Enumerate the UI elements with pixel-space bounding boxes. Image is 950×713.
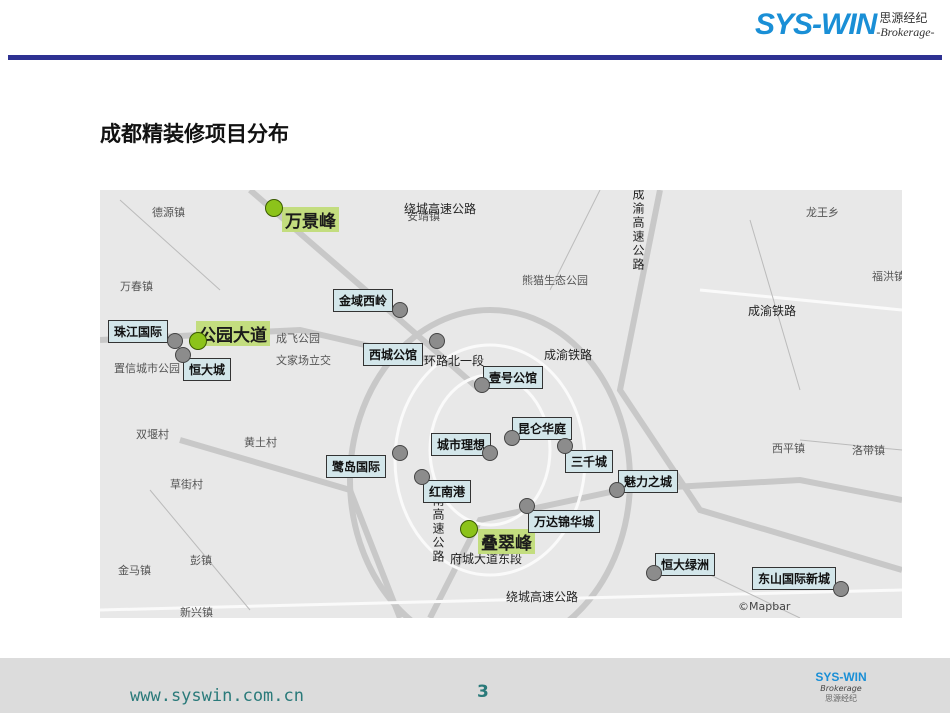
footer-logo-en: Brokerage bbox=[820, 684, 862, 693]
project-marker[interactable] bbox=[609, 482, 625, 498]
header-rule bbox=[8, 55, 942, 60]
place-label: 草街村 bbox=[170, 478, 203, 491]
project-label[interactable]: 恒大绿洲 bbox=[655, 553, 716, 576]
project-label[interactable]: 金域西岭 bbox=[333, 289, 394, 312]
place-label: 黄土村 bbox=[244, 436, 277, 449]
road-label: 成渝高速公路 bbox=[631, 190, 645, 272]
place-label: 熊猫生态公园 bbox=[522, 274, 588, 287]
place-label: 双堰村 bbox=[136, 428, 169, 441]
project-marker[interactable] bbox=[646, 565, 662, 581]
place-label: 西平镇 bbox=[772, 442, 805, 455]
place-label: 成飞公园 bbox=[276, 332, 320, 345]
project-label-diecuifeng[interactable]: 叠翠峰 bbox=[478, 529, 535, 554]
project-marker[interactable] bbox=[482, 445, 498, 461]
road bbox=[616, 190, 902, 573]
road-label: 成渝铁路 bbox=[748, 304, 797, 318]
project-marker[interactable] bbox=[460, 520, 478, 538]
project-marker[interactable] bbox=[504, 430, 520, 446]
map[interactable]: 德源镇 万春镇 安靖镇 龙王乡 福洪镇 双堰村 黄土村 草街村 彭镇 金马镇 新… bbox=[100, 190, 902, 618]
place-label: 文家场立交 bbox=[276, 354, 331, 367]
page-title: 成都精装修项目分布 bbox=[100, 122, 289, 146]
project-label[interactable]: 东山国际新城 bbox=[752, 567, 837, 590]
place-label: 金马镇 bbox=[118, 564, 151, 577]
footer-logo-text: SYS-WIN bbox=[815, 670, 867, 684]
place-label: 福洪镇 bbox=[872, 270, 902, 283]
page-number: 3 bbox=[477, 682, 489, 702]
project-label[interactable]: 鹭岛国际 bbox=[326, 455, 387, 478]
project-label-wanjingfeng[interactable]: 万景峰 bbox=[282, 207, 339, 232]
logo-cn: 思源经纪 bbox=[879, 10, 928, 25]
road-label: 绕城高速公路 bbox=[404, 202, 477, 216]
project-marker[interactable] bbox=[392, 302, 408, 318]
place-label: 万春镇 bbox=[120, 280, 153, 293]
footer-logo-cn: 思源经纪 bbox=[825, 694, 857, 703]
project-marker[interactable] bbox=[175, 347, 191, 363]
map-copyright: ©Mapbar bbox=[738, 600, 791, 613]
project-marker[interactable] bbox=[519, 498, 535, 514]
footer-url[interactable]: www.syswin.com.cn bbox=[130, 686, 304, 706]
project-marker[interactable] bbox=[474, 377, 490, 393]
footer-logo: SYS-WIN Brokerage 思源经纪 bbox=[806, 670, 876, 704]
project-label[interactable]: 壹号公馆 bbox=[483, 366, 544, 389]
project-label[interactable]: 昆仑华庭 bbox=[512, 417, 573, 440]
project-marker[interactable] bbox=[429, 333, 445, 349]
project-label[interactable]: 珠江国际 bbox=[108, 320, 169, 343]
road-label: 成渝铁路 bbox=[544, 348, 593, 362]
project-label[interactable]: 魅力之城 bbox=[618, 470, 679, 493]
place-label: 新兴镇 bbox=[180, 606, 213, 618]
project-marker[interactable] bbox=[189, 332, 207, 350]
place-label: 置信城市公园 bbox=[114, 362, 180, 375]
project-marker[interactable] bbox=[392, 445, 408, 461]
place-label: 龙王乡 bbox=[806, 206, 839, 219]
project-label[interactable]: 西城公馆 bbox=[363, 343, 424, 366]
project-label[interactable]: 万达锦华城 bbox=[528, 510, 601, 533]
logo-text: SYS-WIN bbox=[755, 8, 877, 41]
project-label[interactable]: 三千城 bbox=[565, 450, 614, 473]
place-label: 洛带镇 bbox=[852, 444, 885, 457]
project-label-gongyuandadao[interactable]: 公园大道 bbox=[196, 321, 270, 346]
project-marker[interactable] bbox=[557, 438, 573, 454]
syswin-logo: SYS-WIN 思源经纪 -Brokerage- bbox=[755, 8, 935, 42]
project-marker[interactable] bbox=[833, 581, 849, 597]
project-marker[interactable] bbox=[265, 199, 283, 217]
logo-en: -Brokerage- bbox=[876, 24, 935, 39]
project-label[interactable]: 红南港 bbox=[423, 480, 472, 503]
road-label: 绕城高速公路 bbox=[506, 590, 579, 604]
project-label[interactable]: 恒大城 bbox=[183, 358, 232, 381]
place-label: 德源镇 bbox=[152, 206, 185, 219]
project-marker[interactable] bbox=[414, 469, 430, 485]
place-label: 彭镇 bbox=[190, 554, 212, 567]
footer: www.syswin.com.cn 3 SYS-WIN Brokerage 思源… bbox=[0, 658, 950, 713]
